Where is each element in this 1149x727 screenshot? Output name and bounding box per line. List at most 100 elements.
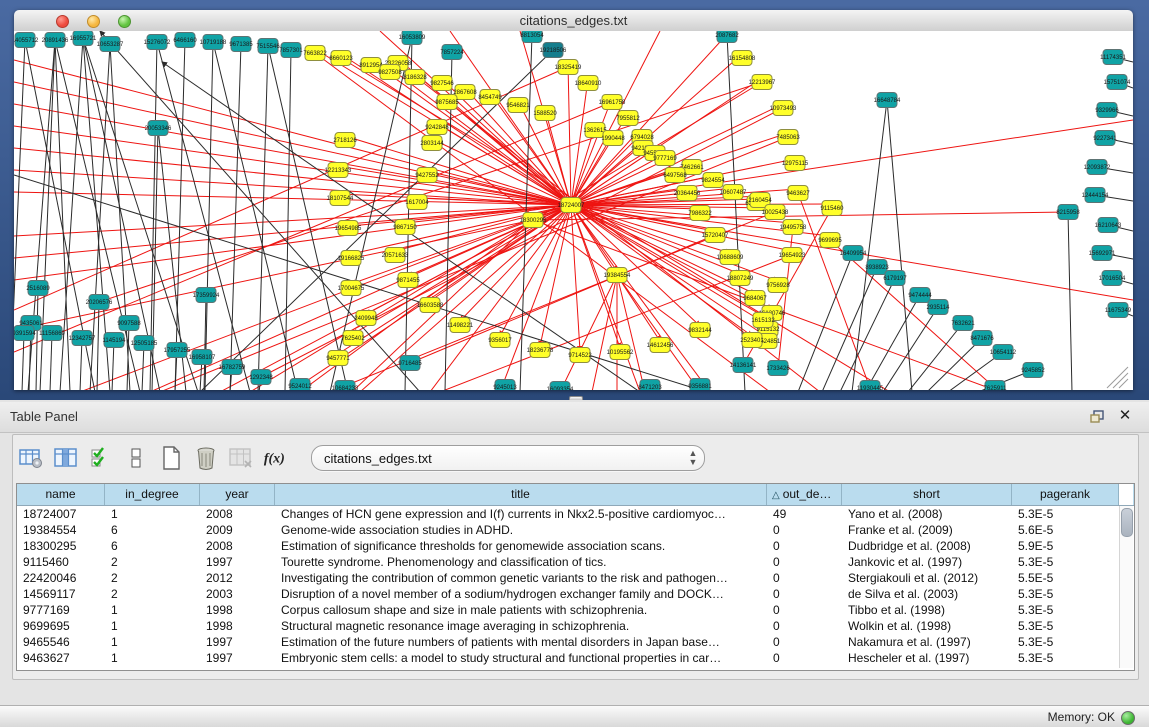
table-cell[interactable]: 18300295 (17, 538, 105, 554)
table-cell[interactable]: 2 (105, 554, 200, 570)
table-cell[interactable]: 5.5E-5 (1012, 570, 1119, 586)
table-cell[interactable]: de Silva et al. (2003) (842, 586, 1012, 602)
table-cell[interactable]: 5.3E-5 (1012, 506, 1119, 522)
delete-table-button[interactable] (192, 444, 220, 472)
table-scrollbar[interactable] (1119, 506, 1133, 668)
table-cell[interactable]: 9465546 (17, 634, 105, 650)
table-cell[interactable]: 9777169 (17, 602, 105, 618)
column-header-out_de[interactable]: △out_de… (767, 484, 842, 505)
table-row[interactable]: 1830029562008Estimation of significance … (17, 538, 1134, 554)
table-cell[interactable]: 2009 (200, 522, 275, 538)
function-builder-button[interactable]: f(x) (262, 444, 290, 472)
table-cell[interactable]: 1 (105, 634, 200, 650)
table-scrollbar-thumb[interactable] (1121, 508, 1133, 537)
compact-table-button[interactable] (122, 444, 150, 472)
table-cell[interactable]: Tibbo et al. (1998) (842, 602, 1012, 618)
table-cell[interactable]: 6 (105, 522, 200, 538)
column-header-pagerank[interactable]: pagerank (1012, 484, 1119, 505)
table-cell[interactable]: 9115460 (17, 554, 105, 570)
table-cell[interactable]: 6 (105, 538, 200, 554)
table-cell[interactable]: Hescheler et al. (1997) (842, 650, 1012, 666)
table-row[interactable]: 1456911722003Disruption of a novel membe… (17, 586, 1134, 602)
table-cell[interactable]: 14569117 (17, 586, 105, 602)
table-cell[interactable]: 2008 (200, 506, 275, 522)
new-table-button[interactable] (157, 444, 185, 472)
close-panel-icon[interactable]: ✕ (1117, 408, 1133, 424)
table-cell[interactable]: 1997 (200, 554, 275, 570)
table-settings-button[interactable] (17, 444, 45, 472)
table-cell[interactable]: Dudbridge et al. (2008) (842, 538, 1012, 554)
table-cell[interactable]: 5.9E-5 (1012, 538, 1119, 554)
table-cell[interactable]: 5.3E-5 (1012, 650, 1119, 666)
table-cell[interactable]: 0 (767, 634, 842, 650)
table-cell[interactable]: 18724007 (17, 506, 105, 522)
table-cell[interactable]: 1 (105, 618, 200, 634)
table-cell[interactable]: 5.6E-5 (1012, 522, 1119, 538)
table-cell[interactable]: 5.3E-5 (1012, 554, 1119, 570)
network-window-titlebar[interactable]: citations_edges.txt (14, 10, 1133, 32)
table-cell[interactable]: 1998 (200, 602, 275, 618)
table-cell[interactable]: 0 (767, 586, 842, 602)
table-cell[interactable]: Tourette syndrome. Phenomenology and cla… (275, 554, 767, 570)
table-cell[interactable]: Yano et al. (2008) (842, 506, 1012, 522)
table-row[interactable]: 911546021997Tourette syndrome. Phenomeno… (17, 554, 1134, 570)
table-cell[interactable]: Franke et al. (2009) (842, 522, 1012, 538)
table-cell[interactable]: 0 (767, 650, 842, 666)
table-cell[interactable]: Disruption of a novel member of a sodium… (275, 586, 767, 602)
table-cell[interactable]: Changes of HCN gene expression and I(f) … (275, 506, 767, 522)
column-header-in_degree[interactable]: in_degree (105, 484, 200, 505)
table-cell[interactable]: Estimation of the future numbers of pati… (275, 634, 767, 650)
table-cell[interactable]: 2012 (200, 570, 275, 586)
table-cell[interactable]: 2 (105, 586, 200, 602)
table-cell[interactable]: 0 (767, 538, 842, 554)
table-cell[interactable]: 0 (767, 602, 842, 618)
table-cell[interactable]: 19384554 (17, 522, 105, 538)
table-cell[interactable]: Structural magnetic resonance image aver… (275, 618, 767, 634)
table-cell[interactable]: Nakamura et al. (1997) (842, 634, 1012, 650)
table-cell[interactable]: 0 (767, 554, 842, 570)
table-cell[interactable]: 1 (105, 506, 200, 522)
column-header-year[interactable]: year (200, 484, 275, 505)
column-header-name[interactable]: name (17, 484, 105, 505)
float-panel-icon[interactable] (1089, 409, 1105, 425)
table-row[interactable]: 2242004622012Investigating the contribut… (17, 570, 1134, 586)
table-row[interactable]: 1872400712008Changes of HCN gene express… (17, 506, 1134, 522)
table-cell[interactable]: 0 (767, 618, 842, 634)
table-row[interactable]: 1938455462009Genome-wide association stu… (17, 522, 1134, 538)
table-row[interactable]: 946362711997Embryonic stem cells: a mode… (17, 650, 1134, 666)
table-cell[interactable]: Stergiakouli et al. (2012) (842, 570, 1012, 586)
table-row[interactable]: 946554611997Estimation of the future num… (17, 634, 1134, 650)
table-cell[interactable]: 2008 (200, 538, 275, 554)
table-cell[interactable]: 1998 (200, 618, 275, 634)
column-header-short[interactable]: short (842, 484, 1012, 505)
resize-grip-icon[interactable] (1113, 373, 1128, 388)
table-cell[interactable]: 5.3E-5 (1012, 618, 1119, 634)
table-cell[interactable]: 0 (767, 522, 842, 538)
table-cell[interactable]: 1 (105, 602, 200, 618)
column-visibility-button[interactable] (52, 444, 80, 472)
table-cell[interactable]: 49 (767, 506, 842, 522)
table-row[interactable]: 969969511998Structural magnetic resonanc… (17, 618, 1134, 634)
table-cell[interactable]: 9463627 (17, 650, 105, 666)
table-cell[interactable]: 2 (105, 570, 200, 586)
table-cell[interactable]: 5.3E-5 (1012, 602, 1119, 618)
import-table-button[interactable] (227, 444, 255, 472)
table-cell[interactable]: 1997 (200, 634, 275, 650)
resize-grip-icon[interactable] (1107, 367, 1128, 388)
table-source-dropdown[interactable]: citations_edges.txt ▲▼ (311, 445, 705, 471)
table-cell[interactable]: 1997 (200, 650, 275, 666)
row-selection-button[interactable] (87, 444, 115, 472)
table-cell[interactable]: Genome-wide association studies in ADHD. (275, 522, 767, 538)
table-cell[interactable]: 2003 (200, 586, 275, 602)
column-header-title[interactable]: title (275, 484, 767, 505)
table-cell[interactable]: 0 (767, 570, 842, 586)
network-canvas[interactable]: 1405571220891436169557211065328715276072… (14, 31, 1133, 390)
table-cell[interactable]: 5.3E-5 (1012, 634, 1119, 650)
table-cell[interactable]: 22420046 (17, 570, 105, 586)
table-cell[interactable]: Wolkin et al. (1998) (842, 618, 1012, 634)
table-cell[interactable]: Jankovic et al. (1997) (842, 554, 1012, 570)
table-row[interactable]: 977716911998Corpus callosum shape and si… (17, 602, 1134, 618)
table-cell[interactable]: Investigating the contribution of common… (275, 570, 767, 586)
table-cell[interactable]: Estimation of significance thresholds fo… (275, 538, 767, 554)
table-cell[interactable]: 9699695 (17, 618, 105, 634)
